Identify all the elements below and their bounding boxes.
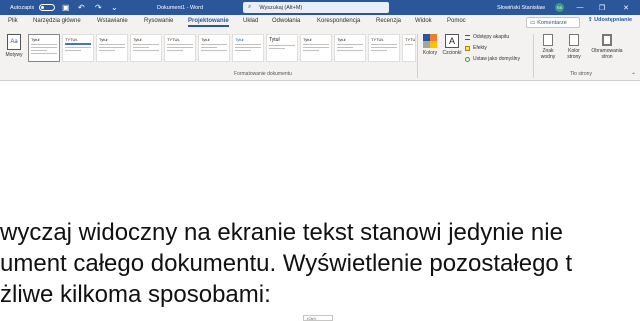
watermark-button[interactable]: Znak wodny (535, 34, 561, 60)
effects-dropdown[interactable]: Efekty (465, 45, 487, 51)
style-thumbnail[interactable]: Tytuł (232, 34, 264, 62)
colors-button[interactable]: Kolory (418, 34, 442, 56)
collapse-ribbon-icon[interactable]: ⌃ (631, 72, 636, 79)
style-title: Tytuł (99, 37, 108, 42)
watermark-icon (543, 34, 553, 46)
style-thumbnail[interactable]: Tytuł (300, 34, 332, 62)
title-bar: Autozapis ▣ ↶ ↷ ⌄ Dokument1 - Word ⌕ Wys… (0, 0, 640, 15)
restore-icon[interactable]: ❐ (594, 0, 610, 15)
close-icon[interactable]: ✕ (618, 0, 634, 15)
themes-label: Motywy (5, 52, 23, 58)
themes-button[interactable]: Aa Motywy (4, 34, 24, 58)
style-thumbnail[interactable]: Tytuł (334, 34, 366, 62)
search-placeholder: Wyszukaj (Alt+M) (259, 4, 303, 11)
set-default-label: Ustaw jako domyślny (473, 56, 520, 62)
save-icon[interactable]: ▣ (62, 0, 70, 15)
style-title: Tytuł (269, 37, 280, 43)
tab-pomoc[interactable]: Pomoc (447, 18, 466, 24)
style-title: TYTUŁ (371, 37, 384, 42)
set-default-button[interactable]: Ustaw jako domyślny (465, 56, 520, 62)
avatar[interactable]: SS (555, 3, 564, 12)
style-title: Tytuł (337, 37, 346, 42)
tab-uklad[interactable]: Układ (243, 18, 258, 24)
document-text-line: wyczaj widoczny na ekranie tekst stanowi… (0, 219, 563, 246)
watermark-label: Znak wodny (540, 48, 556, 60)
style-title: TYTUŁ (65, 37, 78, 42)
tab-narzedzia-glowne[interactable]: Narzędzia główne (33, 18, 81, 24)
page-borders-label: Obramowania stron (591, 48, 623, 60)
document-title: Dokument1 - Word (157, 4, 204, 11)
page-color-label: Kolor strony (567, 48, 581, 60)
fonts-button[interactable]: A Czcionki (440, 34, 464, 56)
tab-recenzja[interactable]: Recenzja (376, 18, 401, 24)
style-thumbnail[interactable]: TYTUŁ (62, 34, 94, 62)
checkmark-icon (465, 56, 470, 62)
autosave-label: Autozapis (10, 4, 35, 11)
style-title: Tytuł (303, 37, 312, 42)
style-title: TYTUŁ (405, 37, 416, 42)
paragraph-spacing-label: Odstępy akapitu (473, 34, 510, 40)
style-title: Tytuł (235, 37, 244, 42)
style-thumbnail[interactable]: TYTUŁ (402, 34, 416, 62)
format-group-label: Formatowanie dokumentu (234, 71, 292, 77)
minimize-icon[interactable]: — (572, 0, 588, 15)
tab-korespondencja[interactable]: Korespondencja (317, 18, 360, 24)
style-thumbnail[interactable]: Tytuł (266, 34, 298, 62)
effects-label: Efekty (473, 45, 487, 51)
tab-rysowanie[interactable]: Rysowanie (144, 18, 173, 24)
page-borders-icon (602, 34, 612, 46)
colors-label: Kolory (422, 50, 438, 56)
paste-options-button[interactable]: (Ctrl) (303, 315, 333, 321)
style-thumbnail[interactable]: Tytuł (130, 34, 162, 62)
comments-button[interactable]: ▭ Komentarze (526, 17, 580, 28)
user-name[interactable]: Słowiński Stanisław (497, 0, 545, 15)
tab-projektowanie[interactable]: Projektowanie (188, 18, 229, 27)
comments-label: Komentarze (537, 19, 567, 26)
palette-icon (423, 34, 437, 48)
page-color-button[interactable]: Kolor strony (561, 34, 587, 60)
tab-wstawianie[interactable]: Wstawianie (97, 18, 128, 24)
page-bg-group-label: Tło strony (570, 71, 592, 77)
style-title: Tytuł (31, 37, 40, 42)
style-thumbnail[interactable]: Tytuł (96, 34, 128, 62)
tab-plik[interactable]: Plik (8, 18, 18, 24)
divider (533, 34, 534, 78)
effects-icon (465, 45, 470, 51)
themes-icon: Aa (7, 34, 21, 50)
page-color-icon (569, 34, 579, 46)
tab-odwolania[interactable]: Odwołania (272, 18, 300, 24)
undo-icon[interactable]: ↶ (78, 0, 85, 15)
autosave-toggle[interactable] (39, 0, 55, 15)
redo-icon[interactable]: ↷ (95, 0, 102, 15)
share-label: Udostępnianie (594, 17, 633, 23)
spacing-icon (465, 34, 470, 40)
style-thumbnail[interactable]: Tytuł (28, 34, 60, 62)
style-title: Tytuł (201, 37, 210, 42)
comment-icon: ▭ (530, 19, 536, 26)
search-input[interactable]: ⌕ Wyszukaj (Alt+M) (243, 2, 389, 13)
style-title: Tytuł (133, 37, 142, 42)
style-thumbnail[interactable]: TYTUŁ (164, 34, 196, 62)
search-icon: ⌕ (248, 4, 252, 10)
style-thumbnail[interactable]: Tytuł (198, 34, 230, 62)
document-page[interactable]: wyczaj widoczny na ekranie tekst stanowi… (0, 82, 640, 321)
page-borders-button[interactable]: Obramowania stron (589, 34, 625, 60)
font-icon: A (445, 34, 459, 48)
ribbon: Aa Motywy Tytuł TYTUŁ Tytuł Tytuł TYTUŁ … (0, 31, 640, 81)
tab-widok[interactable]: Widok (415, 18, 432, 24)
dropdown-icon[interactable]: ⌄ (111, 0, 118, 15)
style-title: TYTUŁ (167, 37, 180, 42)
share-button[interactable]: ⇪ Udostępnianie (588, 17, 632, 23)
fonts-label: Czcionki (442, 50, 462, 56)
document-text-line: ument całego dokumentu. Wyświetlenie poz… (0, 250, 573, 277)
paragraph-spacing-dropdown[interactable]: Odstępy akapitu (465, 34, 509, 40)
style-thumbnail[interactable]: TYTUŁ (368, 34, 400, 62)
document-text-line: żliwe kilkoma sposobami: (0, 281, 271, 308)
